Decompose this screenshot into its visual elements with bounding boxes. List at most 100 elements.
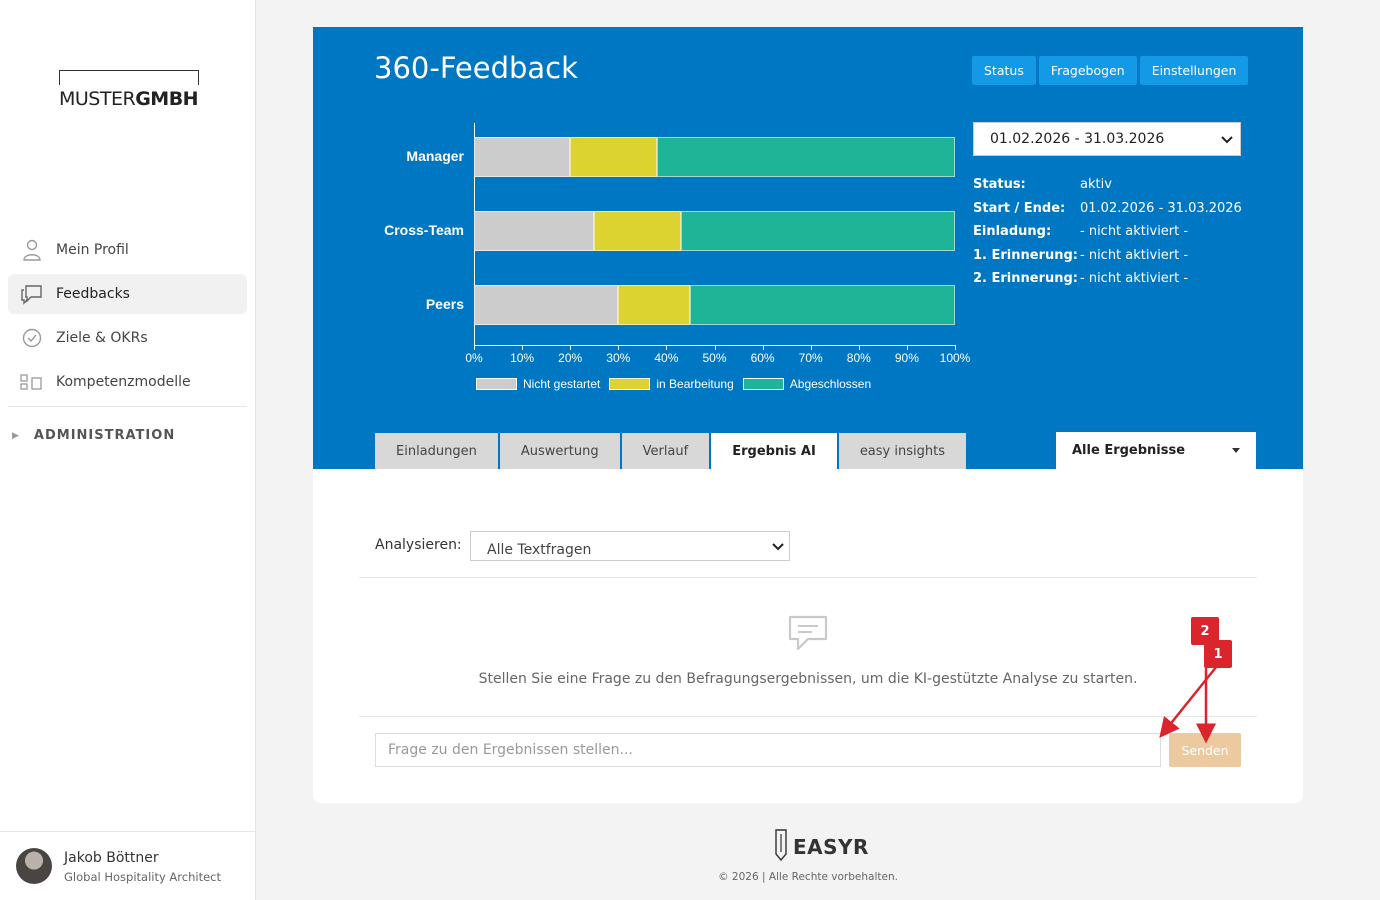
bar-peers-nicht-gestartet [474, 285, 619, 325]
einstellungen-button[interactable]: Einstellungen [1139, 56, 1249, 85]
easyr-logo-icon [772, 828, 790, 866]
tab-ergebnis-ai[interactable]: Ergebnis AI [710, 433, 837, 469]
info-row-start-ende: Start / Ende: 01.02.2026 - 31.03.2026 [973, 201, 1242, 225]
sidebar-item-label: Kompetenzmodelle [56, 374, 191, 390]
chart-legend: Nicht gestartet in Bearbeitung Abgeschlo… [476, 377, 880, 391]
legend-item-abgeschlossen: Abgeschlossen [742, 377, 872, 391]
legend-label: in Bearbeitung [656, 377, 734, 391]
x-tick-label: 10% [510, 351, 535, 365]
x-tick-label: 0% [465, 351, 483, 365]
divider [359, 716, 1257, 717]
check-circle-icon [20, 326, 44, 350]
x-tick-mark [666, 345, 668, 350]
info-value: - nicht aktiviert - [1080, 247, 1189, 263]
info-row-erinnerung-1: 1. Erinnerung: - nicht aktiviert - [973, 248, 1242, 272]
x-tick-label: 100% [939, 351, 971, 365]
sidebar: MUSTERGMBH Mein Profil Feedbacks Ziele &… [0, 0, 256, 900]
x-tick-mark [858, 345, 860, 350]
tab-verlauf[interactable]: Verlauf [620, 433, 710, 469]
x-tick-mark [570, 345, 572, 350]
legend-label: Abgeschlossen [789, 377, 872, 391]
company-logo[interactable]: MUSTERGMBH [59, 70, 203, 113]
info-key: Einladung: [973, 224, 1052, 239]
x-tick-mark [906, 345, 908, 350]
feedback-progress-chart: Nicht gestartet in Bearbeitung Abgeschlo… [313, 27, 973, 427]
results-filter-value: Alle Ergebnisse [1072, 443, 1186, 458]
sidebar-item-label: Mein Profil [56, 242, 129, 258]
x-tick-mark [618, 345, 620, 350]
tab-easy-insights[interactable]: easy insights [837, 433, 966, 469]
divider [359, 577, 1257, 578]
competency-icon [20, 370, 44, 394]
chat-bubble-icon [786, 613, 830, 657]
category-label-peers: Peers [425, 296, 464, 312]
chevron-down-icon [771, 539, 785, 557]
status-button[interactable]: Status [972, 56, 1036, 85]
expand-caret-icon: ▶ [12, 430, 20, 441]
x-tick-mark [714, 345, 716, 350]
legend-item-in-bearbeitung: in Bearbeitung [609, 377, 734, 391]
bar-manager-nicht-gestartet [474, 137, 571, 177]
legend-swatch-in-bearbeitung [609, 378, 651, 390]
footer-brand-name: EASYR [793, 835, 869, 859]
results-filter-dropdown[interactable]: Alle Ergebnisse [1056, 432, 1256, 469]
bar-cross-team-nicht-gestartet [474, 211, 595, 251]
info-key: Start / Ende: [973, 200, 1066, 216]
info-row-einladung: Einladung: - nicht aktiviert - [973, 224, 1242, 248]
info-key: 2. Erinnerung: [973, 271, 1079, 286]
sidebar-item-label: Feedbacks [56, 286, 130, 302]
sidebar-item-feedbacks[interactable]: Feedbacks [8, 274, 247, 314]
logo-text-muster: MUSTER [59, 88, 136, 110]
info-value: 01.02.2026 - 31.03.2026 [1080, 200, 1242, 216]
bar-manager-in-bearbeitung [570, 137, 657, 177]
annotation-badge-1: 1 [1204, 640, 1232, 668]
x-tick-label: 70% [798, 351, 823, 365]
administration-toggle[interactable]: ▶ ADMINISTRATION [12, 428, 175, 443]
x-tick-mark [522, 345, 524, 350]
tab-einladungen[interactable]: Einladungen [374, 433, 498, 469]
x-tick-label: 20% [558, 351, 583, 365]
sidebar-item-mein-profil[interactable]: Mein Profil [8, 230, 247, 270]
main-panel: 360-Feedback Status Fragebogen Einstellu… [313, 27, 1303, 803]
legend-item-nicht-gestartet: Nicht gestartet [476, 377, 600, 391]
category-label-cross-team: Cross-Team [384, 222, 464, 238]
info-value: aktiv [1080, 177, 1112, 192]
analyze-select-value: Alle Textfragen [487, 542, 592, 558]
x-tick-label: 60% [750, 351, 775, 365]
main-nav: Mein Profil Feedbacks Ziele & OKRs Kompe… [8, 230, 247, 407]
x-tick-label: 80% [846, 351, 871, 365]
header-button-group: Status Fragebogen Einstellungen [972, 56, 1249, 85]
fragebogen-button[interactable]: Fragebogen [1038, 56, 1137, 85]
info-row-status: Status: aktiv [973, 177, 1242, 201]
x-tick-mark [810, 345, 812, 350]
bar-peers-in-bearbeitung [618, 285, 691, 325]
sidebar-item-ziele-okrs[interactable]: Ziele & OKRs [8, 318, 247, 358]
analyze-label: Analysieren: [375, 537, 462, 553]
x-tick-mark [762, 345, 764, 350]
legend-swatch-abgeschlossen [742, 378, 784, 390]
logo-text-gmbh: GMBH [135, 88, 199, 110]
chat-bubbles-icon [20, 282, 44, 306]
send-button[interactable]: Senden [1169, 733, 1241, 767]
x-tick-label: 40% [654, 351, 679, 365]
period-select[interactable]: 01.02.2026 - 31.03.2026 [973, 122, 1241, 156]
tab-auswertung[interactable]: Auswertung [498, 433, 620, 469]
footer-brand: EASYR [772, 828, 869, 866]
survey-info: Status: aktiv Start / Ende: 01.02.2026 - 3… [973, 177, 1242, 295]
bar-manager-abgeschlossen [656, 137, 955, 177]
bar-cross-team-abgeschlossen [680, 211, 955, 251]
sidebar-item-kompetenzmodelle[interactable]: Kompetenzmodelle [8, 362, 247, 402]
ai-prompt-hint: Stellen Sie eine Frage zu den Befragungs… [478, 671, 1138, 687]
x-tick-label: 90% [894, 351, 919, 365]
nav-divider [8, 406, 247, 407]
x-tick-label: 50% [702, 351, 727, 365]
user-icon [20, 238, 44, 262]
sidebar-item-label: Ziele & OKRs [56, 330, 148, 346]
question-input[interactable]: Frage zu den Ergebnissen stellen... [375, 733, 1161, 767]
user-profile[interactable]: Jakob Böttner Global Hospitality Archite… [0, 831, 255, 900]
analyze-select[interactable]: Alle Textfragen [470, 531, 790, 561]
feedback-header: 360-Feedback Status Fragebogen Einstellu… [313, 27, 1303, 469]
bar-peers-abgeschlossen [690, 285, 955, 325]
info-row-erinnerung-2: 2. Erinnerung: - nicht aktiviert - [973, 271, 1242, 295]
info-key: Status: [973, 177, 1026, 192]
